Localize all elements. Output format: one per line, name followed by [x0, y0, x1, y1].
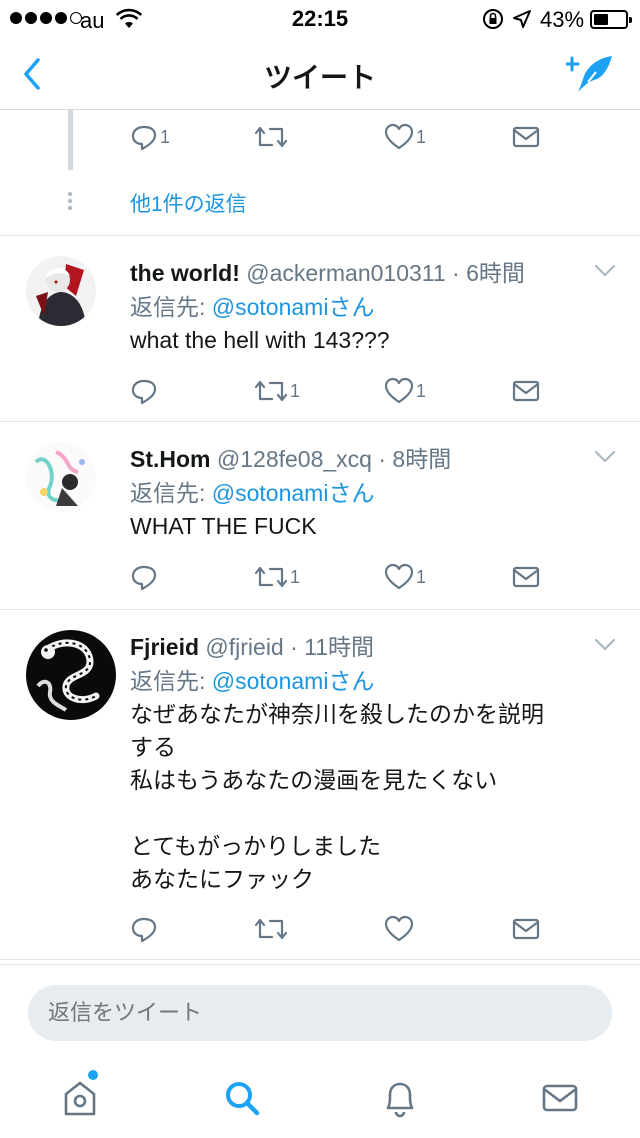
reply-input[interactable] [28, 985, 612, 1041]
notifications-bell-icon[interactable] [376, 1074, 424, 1122]
retweet-icon [254, 566, 288, 588]
tweet-text: なぜあなたが神奈川を殺したのかを説明する 私はもうあなたの漫画を見たくない とて… [130, 701, 544, 892]
avatar[interactable] [26, 442, 96, 512]
reply-icon [131, 379, 157, 405]
tweet[interactable]: St.Hom @128fe08_xcq · 8時間 返信先: @sotonami… [0, 422, 640, 610]
envelope-icon [512, 566, 540, 588]
tweet-actions: 1 1 [130, 376, 550, 406]
chevron-down-icon[interactable] [594, 450, 616, 464]
retweet-icon [254, 126, 288, 148]
messages-envelope-icon[interactable] [536, 1074, 584, 1122]
tweet-text: what the hell with 143??? [130, 327, 390, 353]
heart-icon [384, 123, 414, 150]
more-replies-link[interactable]: 他1件の返信 [130, 188, 247, 218]
rotation-lock-icon [482, 8, 504, 35]
envelope-icon [512, 918, 540, 940]
user-handle: @fjrieid [205, 634, 284, 660]
home-icon[interactable] [56, 1074, 104, 1122]
like-button[interactable]: 1 [384, 122, 426, 152]
tweet[interactable]: Fjrieid @fjrieid · 11時間 返信先: @sotonamiさん… [0, 610, 640, 960]
retweet-button[interactable] [254, 914, 290, 944]
tweet[interactable]: the world! @ackerman010311 · 6時間 返信先: @s… [0, 236, 640, 422]
thread-top: 1 1 他1件の返信 [0, 110, 640, 236]
dm-share-button[interactable] [512, 376, 540, 406]
thread-line [68, 110, 73, 170]
display-name[interactable]: St.Hom [130, 446, 211, 472]
heart-icon [384, 563, 414, 590]
status-bar: au 22:15 43% [0, 0, 640, 40]
heart-icon [384, 377, 414, 404]
retweet-button[interactable] [254, 122, 290, 152]
reply-to-line: 返信先: @sotonamiさん [130, 288, 374, 322]
mention-link[interactable]: @sotonamiさん [212, 668, 375, 694]
tweet-header: Fjrieid @fjrieid · 11時間 [130, 628, 374, 662]
retweet-icon [254, 380, 288, 402]
like-count: 1 [416, 566, 427, 587]
avatar[interactable] [26, 630, 116, 720]
reply-button[interactable] [130, 562, 160, 592]
tweet-text: WHAT THE FUCK [130, 513, 317, 539]
envelope-icon [512, 126, 540, 148]
tweet-header: the world! @ackerman010311 · 6時間 [130, 254, 525, 288]
display-name[interactable]: the world! [130, 260, 240, 286]
reply-button[interactable] [130, 376, 160, 406]
display-name[interactable]: Fjrieid [130, 634, 199, 660]
tweet-time: · 8時間 [378, 446, 452, 472]
reply-button[interactable] [130, 914, 160, 944]
user-handle: @128fe08_xcq [216, 446, 372, 472]
tweet-header: St.Hom @128fe08_xcq · 8時間 [130, 440, 451, 474]
like-count: 1 [416, 380, 427, 401]
tweet-actions [130, 914, 550, 944]
like-count: 1 [416, 126, 427, 147]
mention-link[interactable]: @sotonamiさん [212, 480, 375, 506]
page-title: ツイート [263, 62, 376, 93]
mention-link[interactable]: @sotonamiさん [212, 294, 375, 320]
reply-icon [131, 565, 157, 591]
more-replies-dots-icon [68, 192, 73, 213]
battery-icon [590, 10, 632, 29]
compose-tweet-icon[interactable] [564, 52, 616, 96]
avatar[interactable] [26, 256, 96, 326]
tweet-actions: 1 1 [130, 122, 550, 152]
chevron-down-icon[interactable] [594, 264, 616, 278]
retweet-count: 1 [290, 566, 301, 587]
retweet-button[interactable]: 1 [254, 562, 300, 592]
user-handle: @ackerman010311 [246, 260, 446, 286]
reply-count: 1 [160, 126, 171, 147]
reply-to-line: 返信先: @sotonamiさん [130, 474, 374, 508]
reply-button[interactable]: 1 [130, 122, 170, 152]
new-content-dot [88, 1070, 98, 1080]
like-button[interactable] [384, 914, 416, 944]
reply-to-label: 返信先: [130, 668, 212, 694]
dm-share-button[interactable] [512, 562, 540, 592]
tweet-actions: 1 1 [130, 562, 550, 592]
retweet-button[interactable]: 1 [254, 376, 300, 406]
chevron-down-icon[interactable] [594, 638, 616, 652]
reply-icon [131, 917, 157, 943]
reply-to-label: 返信先: [130, 480, 212, 506]
reply-to-label: 返信先: [130, 294, 212, 320]
tweet-time: · 11時間 [290, 634, 375, 660]
heart-icon [384, 915, 414, 942]
location-arrow-icon [512, 9, 532, 34]
reply-to-line: 返信先: @sotonamiさん [130, 662, 374, 696]
battery-percent: 43% [540, 7, 585, 32]
dm-share-button[interactable] [512, 914, 540, 944]
tab-bar [0, 1060, 640, 1138]
like-button[interactable]: 1 [384, 376, 426, 406]
search-icon[interactable] [218, 1074, 266, 1122]
retweet-count: 1 [290, 380, 301, 401]
tweet-time: · 6時間 [452, 260, 525, 286]
dm-share-button[interactable] [512, 122, 540, 152]
reply-bar [0, 964, 640, 1060]
reply-icon [131, 125, 157, 151]
envelope-icon [512, 380, 540, 402]
like-button[interactable]: 1 [384, 562, 426, 592]
retweet-icon [254, 918, 288, 940]
nav-bar: ツイート [0, 40, 640, 110]
